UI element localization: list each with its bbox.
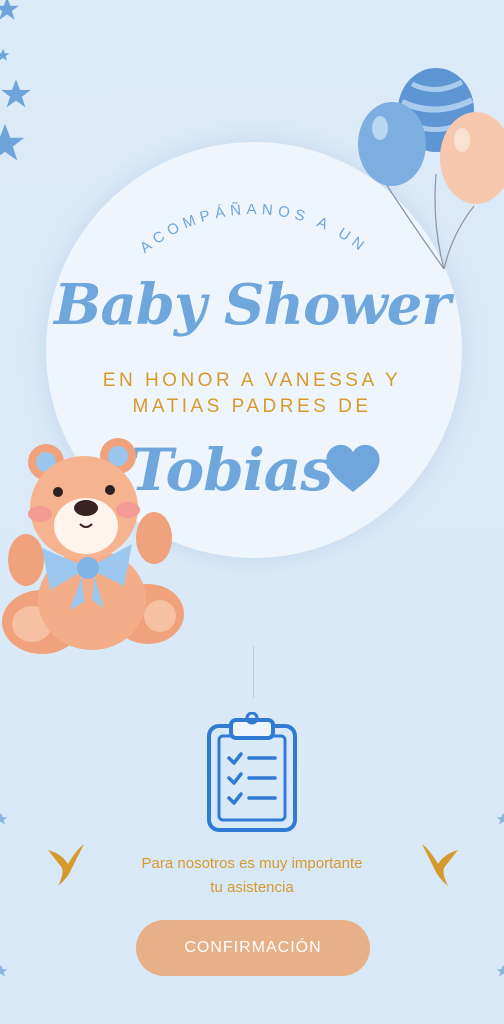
honor-line-2: MATIAS PADRES DE [132, 396, 372, 417]
balloons-icon [358, 68, 504, 270]
star-icon [0, 964, 8, 977]
star-icon [496, 964, 504, 977]
star-icon [0, 812, 8, 825]
star-icon [1, 79, 31, 108]
rsvp-message: Para nosotros es muy importante tu asist… [100, 852, 404, 900]
rsvp-message-line-2: tu asistencia [210, 879, 294, 896]
svg-text:ACOMPÁÑANOS A UN: ACOMPÁÑANOS A UN [137, 201, 371, 257]
honor-line-1: EN HONOR A VANESSA Y [102, 370, 402, 391]
swallow-icon [48, 844, 84, 886]
rsvp-message-line-1: Para nosotros es muy importante [141, 855, 363, 872]
confirm-button[interactable]: CONFIRMACIÓN [136, 920, 370, 976]
invitation-page: ACOMPÁÑANOS A UN Baby Shower EN HONOR A … [0, 0, 504, 1024]
honor-text: EN HONOR A VANESSA Y MATIAS PADRES DE [60, 368, 444, 420]
star-icon [496, 812, 504, 825]
divider-line [253, 646, 254, 698]
clipboard-icon [207, 712, 297, 832]
swallow-icon [422, 844, 458, 886]
star-icon [0, 0, 19, 20]
heart-icon [326, 444, 380, 492]
star-icon [0, 48, 10, 61]
teddy-bear-icon [2, 438, 184, 654]
star-icon [0, 123, 25, 161]
event-title: Baby Shower [54, 272, 451, 338]
